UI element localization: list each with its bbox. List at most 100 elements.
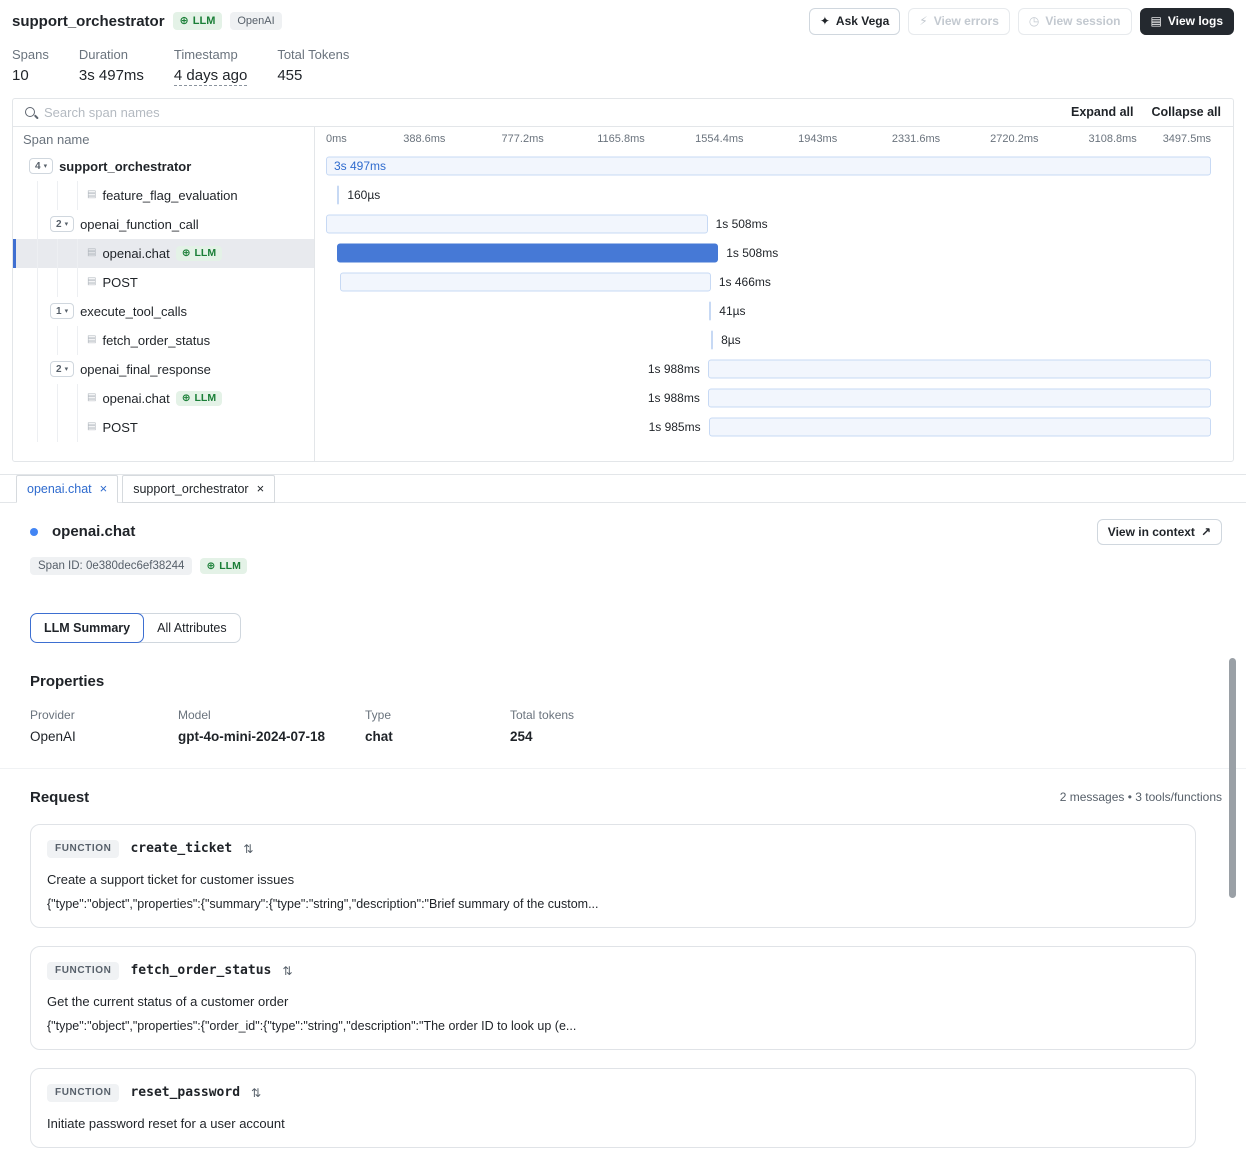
expand-toggle[interactable]: 2 ▾ [50,216,74,232]
span-name: support_orchestrator [59,159,191,174]
expand-icon[interactable]: ⇅ [251,1086,261,1100]
span-name: POST [102,420,137,435]
span-row-openai-function-call[interactable]: 2 ▾ openai_function_call 1s 508ms [13,210,1233,239]
collapse-all-link[interactable]: Collapse all [1152,105,1221,119]
duration-label: 1s 508ms [716,217,768,231]
span-timeline-cell: 1s 988ms [326,384,1211,413]
expand-icon[interactable]: ⇅ [243,842,253,856]
sparkles-icon: ✦ [820,13,830,30]
duration-bar[interactable] [340,273,711,292]
expand-toggle[interactable]: 1 ▾ [50,303,74,319]
stat-total-tokens: Total Tokens455 [277,47,349,84]
chip-icon: ⊕ [182,392,191,405]
span-leaf-icon: ▤ [87,248,96,258]
span-detail-title: openai.chat [52,523,1097,540]
tree-guide-line [57,384,58,413]
span-row-openai-chat[interactable]: ▤openai.chat⊕LLM1s 508ms [13,239,1233,268]
duration-label: 160µs [347,188,380,202]
logs-icon: ▤ [1151,13,1162,30]
view-logs-button[interactable]: ▤View logs [1140,8,1234,35]
span-name: openai_function_call [80,217,199,232]
scrollbar-thumb[interactable] [1229,658,1236,898]
duration-label: 3s 497ms [334,159,386,173]
view-in-context-button[interactable]: View in context↗ [1097,519,1222,545]
span-name: POST [102,275,137,290]
detail-view-switch: LLM Summary All Attributes [30,613,241,643]
span-row-openai-chat[interactable]: ▤openai.chat⊕LLM1s 988ms [13,384,1233,413]
view-errors-button[interactable]: ⚡View errors [908,8,1010,35]
llm-badge-label: LLM [195,247,217,260]
property-value: OpenAI [30,729,178,744]
search-span-input[interactable] [44,105,1053,120]
expand-toggle[interactable]: 2 ▾ [50,361,74,377]
span-meta-row: Span ID: 0e380dec6ef38244 ⊕LLM [30,557,1222,575]
duration-bar[interactable] [708,389,1211,408]
tree-guide-line [77,413,78,442]
expand-icon[interactable]: ⇅ [282,964,292,978]
property-value: chat [365,729,510,744]
duration-bar[interactable] [337,186,339,205]
span-name-cell: 2 ▾ openai_function_call [13,210,314,239]
tab-openai-chat[interactable]: openai.chat× [16,475,118,503]
function-kind-badge: FUNCTION [47,840,119,858]
properties-grid: ProviderOpenAIModelgpt-4o-mini-2024-07-1… [30,708,1222,744]
tree-guide-line [37,181,38,210]
expand-all-link[interactable]: Expand all [1071,105,1134,119]
function-name: create_ticket [130,841,232,856]
function-description: Initiate password reset for a user accou… [47,1116,1179,1131]
tree-guide-line [37,239,38,268]
property-label: Provider [30,708,178,722]
tree-guide-line [77,268,78,297]
span-row-fetch-order-status[interactable]: ▤fetch_order_status8µs [13,326,1233,355]
tree-guide-line [57,239,58,268]
tab-all-attributes[interactable]: All Attributes [138,613,240,643]
properties-heading: Properties [30,673,1222,690]
duration-bar[interactable] [709,302,711,321]
duration-label: 1s 988ms [648,362,700,376]
session-icon: ◷ [1029,13,1039,30]
tree-guide-line [37,326,38,355]
span-id-chip: Span ID: 0e380dec6ef38244 [30,557,192,575]
duration-bar[interactable] [326,215,708,234]
span-rows: 4 ▾ support_orchestrator 3s 497ms ▤feature_… [13,152,1233,442]
duration-bar[interactable] [326,157,1211,176]
stat-timestamp: Timestamp4 days ago [174,47,247,84]
function-cards: FUNCTIONcreate_ticket⇅Create a support t… [30,824,1222,1148]
duration-bar[interactable] [709,418,1211,437]
timeline-ticks: 0ms388.6ms777.2ms1165.8ms1554.4ms1943ms2… [326,127,1211,152]
property-total-tokens: Total tokens254 [510,708,574,744]
view-session-button[interactable]: ◷View session [1018,8,1132,35]
span-name-cell: ▤feature_flag_evaluation [13,181,314,210]
tab-llm-summary[interactable]: LLM Summary [30,613,144,643]
expand-toggle[interactable]: 4 ▾ [29,158,53,174]
tab-close-icon[interactable]: × [100,481,108,496]
span-leaf-icon: ▤ [87,277,96,287]
span-row-post[interactable]: ▤POST1s 466ms [13,268,1233,297]
tree-guide-line [57,268,58,297]
function-schema: {"type":"object","properties":{"order_id… [47,1019,1179,1033]
span-detail-panel: openai.chat View in context↗ Span ID: 0e… [0,503,1246,1148]
duration-bar[interactable] [711,331,713,350]
tree-guide-line [37,355,38,384]
tree-guide-line [57,181,58,210]
span-row-openai-final-response[interactable]: 2 ▾openai_final_response1s 988ms [13,355,1233,384]
function-name: fetch_order_status [130,963,271,978]
view-in-context-label: View in context [1108,525,1195,539]
span-row-execute-tool-calls[interactable]: 1 ▾execute_tool_calls41µs [13,297,1233,326]
tree-guide-line [37,268,38,297]
ask-vega-button[interactable]: ✦Ask Vega [809,8,900,35]
stat-value: 4 days ago [174,67,247,84]
section-divider [0,768,1246,769]
span-row-support-orchestrator[interactable]: 4 ▾ support_orchestrator 3s 497ms [13,152,1233,181]
tab-support-orchestrator[interactable]: support_orchestrator× [122,475,275,503]
timeline-tick: 1165.8ms [597,133,645,145]
tab-close-icon[interactable]: × [257,481,265,496]
span-row-post[interactable]: ▤POST1s 985ms [13,413,1233,442]
timeline-tick: 1554.4ms [695,133,743,145]
span-timeline-cell: 1s 988ms [326,355,1211,384]
duration-bar[interactable] [337,244,719,263]
duration-bar[interactable] [708,360,1211,379]
span-row-feature-flag-evaluation[interactable]: ▤feature_flag_evaluation 160µs [13,181,1233,210]
tree-guide-line [77,384,78,413]
stat-duration: Duration3s 497ms [79,47,144,84]
